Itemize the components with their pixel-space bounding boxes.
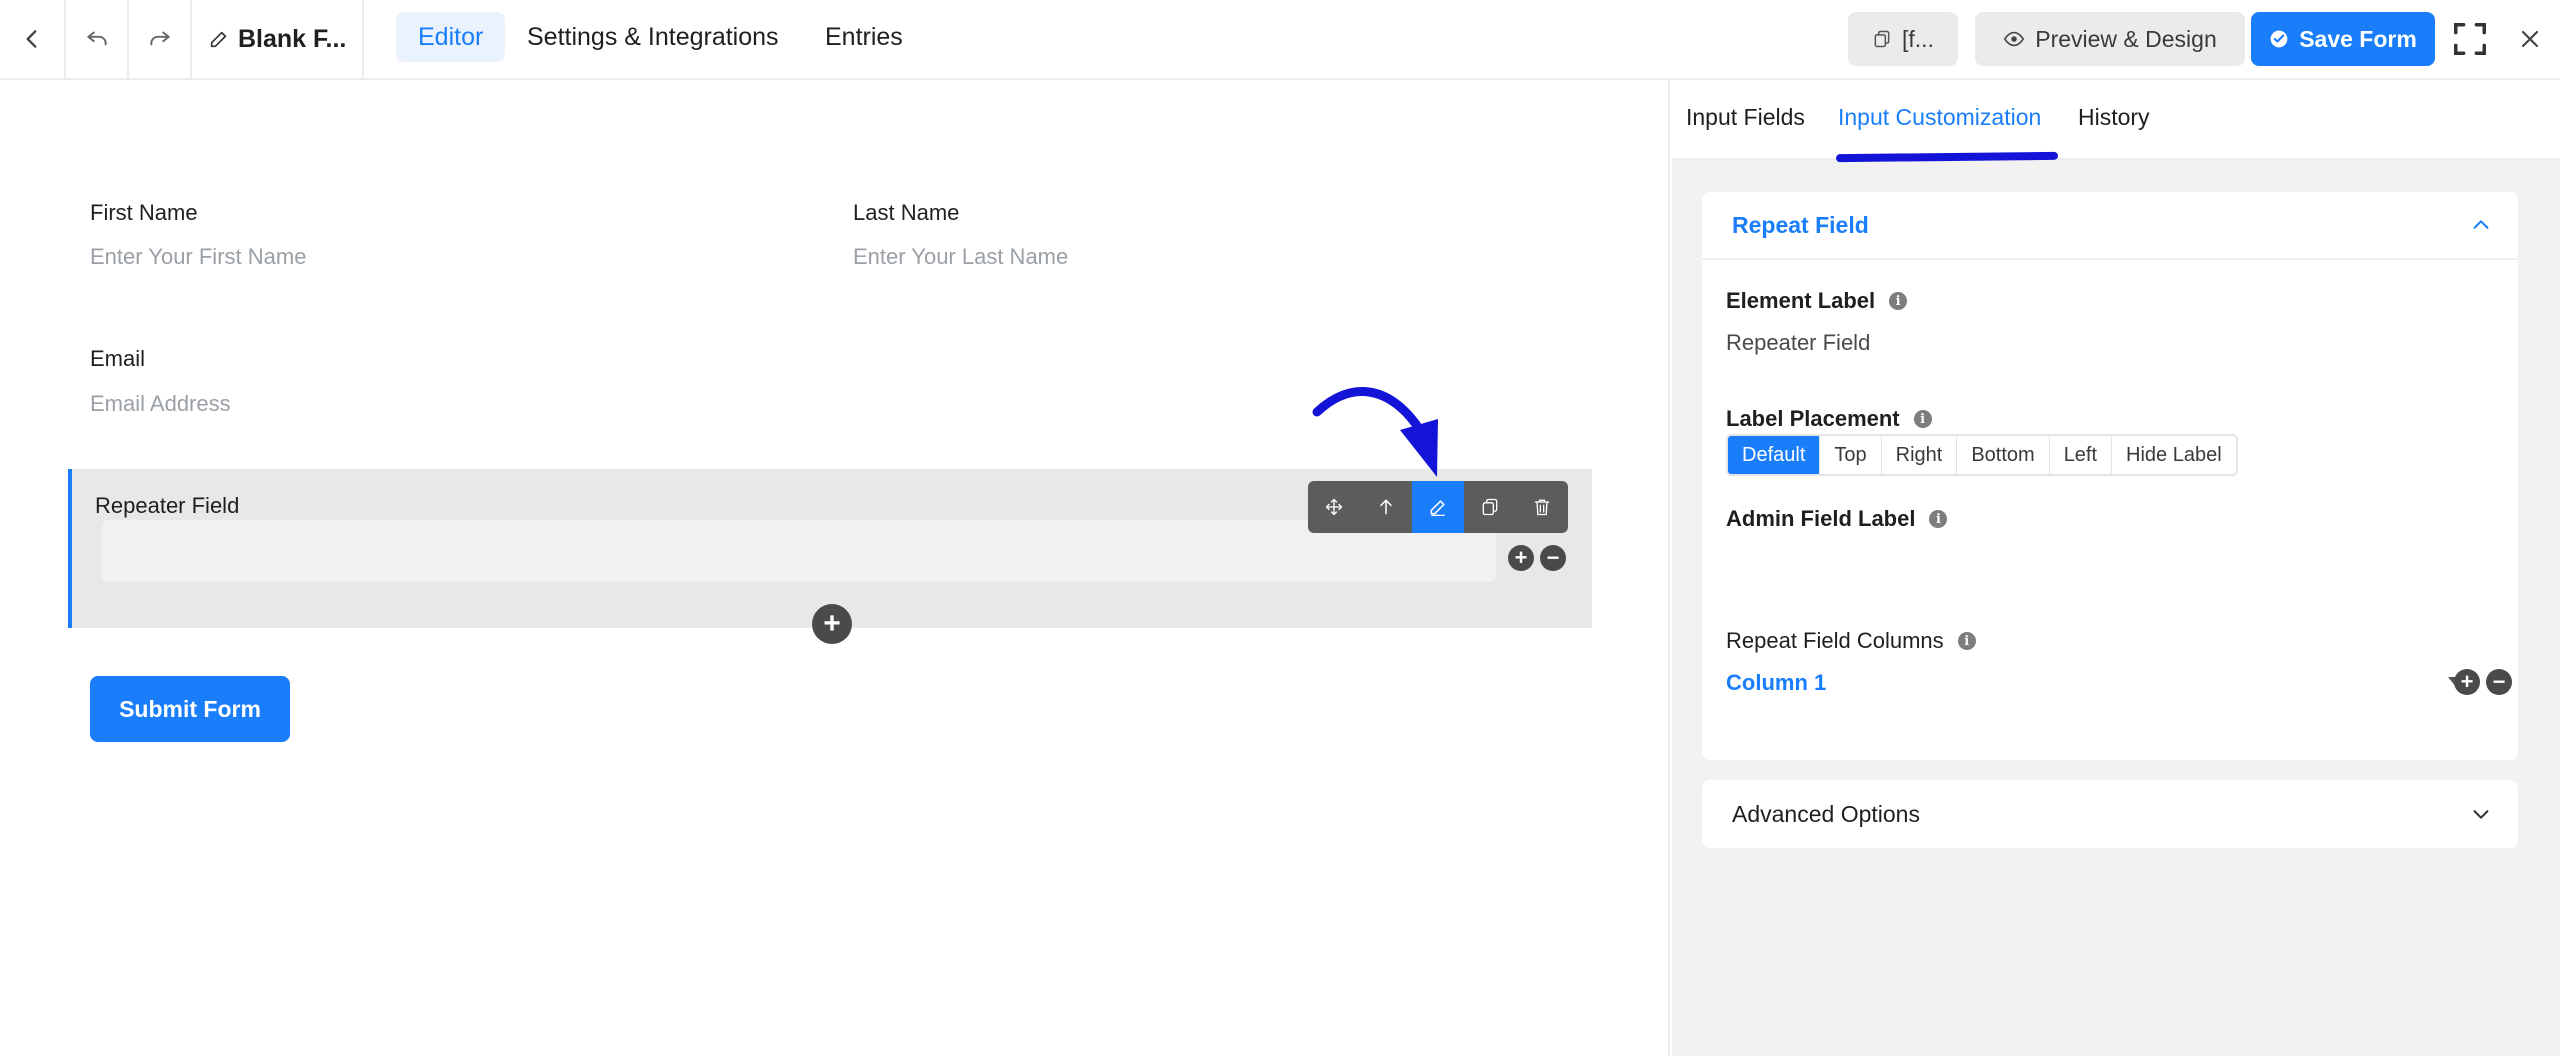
undo-icon — [86, 31, 107, 46]
eye-icon — [2004, 31, 2025, 47]
trash-icon — [1534, 499, 1550, 516]
fullscreen-icon — [2454, 23, 2486, 55]
copy-icon — [1874, 30, 1890, 48]
back-button[interactable] — [0, 0, 66, 78]
element-label-input[interactable]: Repeater Field — [1726, 330, 1870, 356]
info-icon: i — [1913, 410, 1932, 428]
copy-icon — [1482, 498, 1498, 516]
close-button[interactable] — [2508, 17, 2552, 61]
close-icon — [2521, 30, 2539, 48]
shortcode-label: [f... — [1902, 25, 1934, 52]
first-name-label: First Name — [90, 200, 198, 225]
email-input[interactable]: Email Address — [90, 391, 231, 417]
save-form-button[interactable]: Save Form — [2251, 12, 2435, 66]
move-up-button[interactable] — [1360, 481, 1412, 533]
repeater-input[interactable] — [102, 520, 1496, 582]
email-label: Email — [90, 346, 146, 371]
element-label-text: Element Label — [1726, 288, 1876, 313]
column-1-item[interactable]: Column 1 — [1726, 670, 1826, 696]
repeat-columns-text: Repeat Field Columns — [1726, 628, 1944, 653]
element-label-title: Element Label i — [1726, 288, 1908, 314]
check-circle-icon — [2270, 30, 2288, 48]
admin-field-label-text: Admin Field Label — [1726, 506, 1916, 531]
shortcode-button[interactable]: [f... — [1848, 12, 1958, 66]
redo-button[interactable] — [129, 0, 192, 78]
first-name-input[interactable]: Enter Your First Name — [90, 244, 306, 270]
remove-row-icon[interactable]: − — [1540, 545, 1566, 571]
add-column-icon[interactable]: + — [2454, 669, 2480, 695]
last-name-label: Last Name — [853, 200, 960, 225]
tab-input-customization[interactable]: Input Customization — [1838, 104, 2041, 131]
tab-entries[interactable]: Entries — [803, 12, 925, 62]
placement-bottom[interactable]: Bottom — [1957, 436, 2050, 474]
repeat-field-title: Repeat Field — [1732, 211, 1869, 238]
field-actions-toolbar — [1308, 481, 1568, 533]
last-name-input[interactable]: Enter Your Last Name — [853, 244, 1068, 270]
repeater-field-label: Repeater Field — [95, 493, 240, 518]
chevron-up-icon[interactable] — [2470, 214, 2492, 236]
delete-button[interactable] — [1516, 481, 1568, 533]
repeat-columns-title: Repeat Field Columns i — [1726, 628, 1976, 654]
settings-panel: Input Fields Input Customization History… — [1672, 80, 2560, 1056]
pencil-icon — [1430, 500, 1445, 516]
remove-column-icon[interactable]: − — [2486, 669, 2512, 695]
label-placement-title: Label Placement i — [1726, 406, 1932, 432]
tab-settings-integrations[interactable]: Settings & Integrations — [505, 12, 801, 62]
add-row-icon[interactable]: + — [1508, 545, 1534, 571]
placement-right[interactable]: Right — [1881, 436, 1958, 474]
arrow-up-icon — [1380, 499, 1392, 515]
fullscreen-button[interactable] — [2448, 17, 2492, 61]
edit-button[interactable] — [1412, 481, 1464, 533]
admin-field-label-input[interactable] — [1726, 542, 2486, 592]
label-placement-options: Default Top Right Bottom Left Hide Label — [1726, 434, 2238, 476]
placement-left[interactable]: Left — [2049, 436, 2113, 474]
add-field-icon[interactable]: + — [812, 604, 852, 644]
panel-tabs: Input Fields Input Customization History — [1672, 80, 2560, 163]
info-icon: i — [1889, 292, 1908, 310]
tab-history[interactable]: History — [2078, 104, 2150, 131]
move-button[interactable] — [1308, 481, 1360, 533]
annotation-arrow-icon — [1312, 387, 1438, 477]
preview-label: Preview & Design — [2035, 25, 2217, 52]
pencil-icon — [210, 31, 227, 48]
advanced-options-header[interactable]: Advanced Options — [1702, 780, 2518, 848]
redo-icon — [149, 31, 170, 46]
tab-editor[interactable]: Editor — [396, 12, 506, 62]
label-placement-text: Label Placement — [1726, 406, 1900, 431]
duplicate-button[interactable] — [1464, 481, 1516, 533]
advanced-options-card[interactable]: Advanced Options — [1702, 780, 2518, 848]
preview-design-button[interactable]: Preview & Design — [1975, 12, 2245, 66]
placement-default[interactable]: Default — [1728, 436, 1821, 474]
info-icon: i — [1929, 510, 1948, 528]
form-title-text: Blank F... — [238, 24, 347, 53]
info-icon: i — [1957, 632, 1976, 650]
placement-hide-label[interactable]: Hide Label — [2112, 436, 2236, 474]
move-icon — [1325, 498, 1343, 516]
form-title[interactable]: Blank F... — [192, 0, 364, 78]
chevron-down-icon[interactable] — [2470, 803, 2492, 825]
annotation-underline — [1835, 151, 2059, 163]
placement-top[interactable]: Top — [1820, 436, 1882, 474]
chevron-left-icon — [26, 30, 37, 48]
top-bar: Blank F... Editor Settings & Integration… — [0, 0, 2560, 80]
advanced-options-title: Advanced Options — [1732, 800, 1920, 827]
save-form-label: Save Form — [2299, 25, 2417, 52]
admin-field-label-title: Admin Field Label i — [1726, 506, 1948, 532]
undo-button[interactable] — [66, 0, 129, 78]
repeat-field-card: Repeat Field Element Label i Repeater Fi… — [1702, 192, 2518, 760]
submit-form-button[interactable]: Submit Form — [90, 676, 290, 742]
tab-input-fields[interactable]: Input Fields — [1686, 104, 1805, 131]
repeat-field-header[interactable]: Repeat Field — [1702, 192, 2518, 260]
